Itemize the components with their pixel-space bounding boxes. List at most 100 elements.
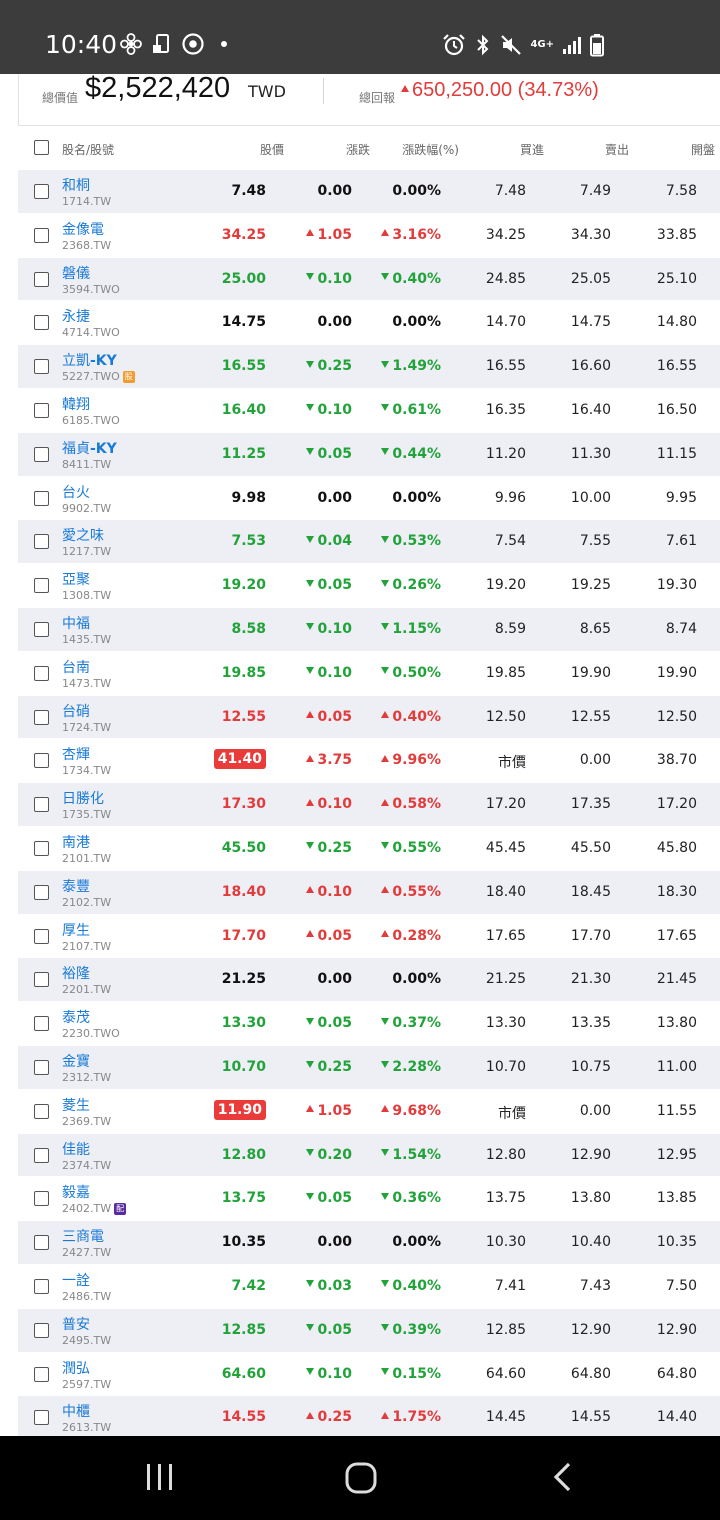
row-checkbox[interactable] [34,840,49,856]
stock-name-link[interactable]: 磐儀 [62,263,90,283]
row-checkbox[interactable] [34,884,49,900]
select-all-checkbox[interactable] [34,140,49,155]
stock-ask: 8.65 [579,620,611,637]
stock-name-link[interactable]: 中福 [62,613,90,633]
table-row[interactable]: 南港 2101.TW 45.50 0.25 0.55% 45.45 45.50 … [18,826,720,871]
row-checkbox[interactable] [34,446,49,462]
header-name[interactable]: 股名/股號 [62,141,114,158]
stock-name-link[interactable]: 泰茂 [62,1007,90,1027]
table-row[interactable]: 磐儀 3594.TWO 25.00 0.10 0.40% 24.85 25.05… [18,257,720,302]
row-checkbox[interactable] [34,1191,49,1207]
stock-name-link[interactable]: 毅嘉 [62,1182,90,1202]
row-checkbox[interactable] [34,797,49,813]
table-row[interactable]: 泰豐 2102.TW 18.40 0.10 0.55% 18.40 18.45 … [18,870,720,915]
stock-name-link[interactable]: 菱生 [62,1095,90,1115]
row-checkbox[interactable] [34,359,49,375]
table-row[interactable]: 永捷 4714.TWO 14.75 0.00 0.00% 14.70 14.75… [18,301,720,346]
stock-name-link[interactable]: 台南 [62,657,90,677]
row-checkbox[interactable] [34,184,49,199]
recent-apps-icon[interactable] [143,1460,177,1494]
table-row[interactable]: 裕隆 2201.TW 21.25 0.00 0.00% 21.25 21.30 … [18,958,720,1003]
stock-name-link[interactable]: 愛之味 [62,525,104,545]
table-row[interactable]: 普安 2495.TW 12.85 0.05 0.39% 12.85 12.90 … [18,1308,720,1353]
table-row[interactable]: 立凱-KY 5227.TWO 股 16.55 0.25 1.49% 16.55 1… [18,345,720,389]
stock-name-link[interactable]: 和桐 [62,175,90,195]
stock-name-link[interactable]: 一詮 [62,1270,90,1290]
stock-name-link[interactable]: 普安 [62,1314,90,1334]
stock-name-link[interactable]: 立凱-KY [62,350,117,370]
table-row[interactable]: 三商電 2427.TW 10.35 0.00 0.00% 10.30 10.40… [18,1221,720,1265]
row-checkbox[interactable] [34,402,49,418]
table-row[interactable]: 亞聚 1308.TW 19.20 0.05 0.26% 19.20 19.25 … [18,564,720,608]
stock-name-link[interactable]: 裕隆 [62,963,90,983]
table-row[interactable]: 中福 1435.TW 8.58 0.10 1.15% 8.59 8.65 8.7… [18,607,720,652]
stock-name-link[interactable]: 台火 [62,482,90,502]
stock-name-link[interactable]: 潤弘 [62,1358,90,1378]
table-row[interactable]: 日勝化 1735.TW 17.30 0.10 0.58% 17.20 17.35… [18,783,720,827]
stock-name-link[interactable]: 台硝 [62,701,90,721]
header-change-pct[interactable]: 漲跌幅(%) [402,141,459,158]
stock-name-link[interactable]: 南港 [62,832,90,852]
stock-name-link[interactable]: 亞聚 [62,569,90,589]
row-checkbox[interactable] [34,1322,49,1338]
table-row[interactable]: 韓翔 6185.TWO 16.40 0.10 0.61% 16.35 16.40… [18,388,720,433]
table-row[interactable]: 金寶 2312.TW 10.70 0.25 2.28% 10.70 10.75 … [18,1045,720,1090]
stock-name-link[interactable]: 三商電 [62,1226,104,1246]
row-checkbox[interactable] [34,534,49,550]
row-checkbox[interactable] [34,315,49,331]
table-row[interactable]: 厚生 2107.TW 17.70 0.05 0.28% 17.65 17.70 … [18,914,720,959]
table-row[interactable]: 潤弘 2597.TW 64.60 0.10 0.15% 64.60 64.80 … [18,1352,720,1397]
header-ask[interactable]: 賣出 [605,141,629,158]
table-row[interactable]: 毅嘉 2402.TW 配 13.75 0.05 0.36% 13.75 13.80… [18,1177,720,1222]
row-checkbox[interactable] [34,972,49,988]
row-checkbox[interactable] [34,578,49,594]
table-row[interactable]: 金像電 2368.TW 34.25 1.05 3.16% 34.25 34.30… [18,213,720,258]
row-checkbox[interactable] [34,1059,49,1075]
row-checkbox[interactable] [34,1147,49,1163]
back-icon[interactable] [548,1460,578,1494]
table-row[interactable]: 泰茂 2230.TWO 13.30 0.05 0.37% 13.30 13.35… [18,1002,720,1046]
table-row[interactable]: 愛之味 1217.TW 7.53 0.04 0.53% 7.54 7.55 7.… [18,520,720,565]
row-checkbox[interactable] [34,1103,49,1119]
home-icon[interactable] [343,1460,379,1496]
row-checkbox[interactable] [34,665,49,681]
table-row[interactable]: 菱生 2369.TW 11.90 1.05 9.68% 市價 0.00 11.5… [18,1089,720,1134]
row-checkbox[interactable] [34,1278,49,1294]
table-row[interactable]: 佳能 2374.TW 12.80 0.20 1.54% 12.80 12.90 … [18,1133,720,1178]
stock-name-link[interactable]: 永捷 [62,306,90,326]
header-open[interactable]: 開盤 [691,141,715,158]
header-change[interactable]: 漲跌 [346,141,370,158]
row-checkbox[interactable] [34,1016,49,1032]
table-row[interactable]: 中櫃 2613.TW 14.55 0.25 1.75% 14.45 14.55 … [18,1396,720,1441]
row-checkbox[interactable] [34,271,49,287]
table-row[interactable]: 杏輝 1734.TW 41.40 3.75 9.96% 市價 0.00 38.7… [18,739,720,784]
row-checkbox[interactable] [34,621,49,637]
row-checkbox[interactable] [34,1366,49,1382]
row-checkbox[interactable] [34,490,49,506]
header-bid[interactable]: 買進 [520,141,544,158]
row-checkbox[interactable] [34,928,49,944]
table-row[interactable]: 台火 9902.TW 9.98 0.00 0.00% 9.96 10.00 9.… [18,476,720,521]
table-row[interactable]: 和桐 1714.TW 7.48 0.00 0.00% 7.48 7.49 7.5… [18,170,720,214]
stock-name-link[interactable]: 厚生 [62,920,90,940]
stock-name-link[interactable]: 韓翔 [62,394,90,414]
header-price[interactable]: 股價 [260,141,284,158]
table-row[interactable]: 台硝 1724.TW 12.55 0.05 0.40% 12.50 12.55 … [18,695,720,740]
row-checkbox[interactable] [34,1235,49,1251]
stock-name-link[interactable]: 福貞-KY [62,438,117,458]
table-row[interactable]: 福貞-KY 8411.TW 11.25 0.05 0.44% 11.20 11.… [18,432,720,477]
row-checkbox[interactable] [34,753,49,769]
stock-name-link[interactable]: 金寶 [62,1051,90,1071]
table-row[interactable]: 一詮 2486.TW 7.42 0.03 0.40% 7.41 7.43 7.5… [18,1264,720,1309]
table-row[interactable]: 台南 1473.TW 19.85 0.10 0.50% 19.85 19.90 … [18,651,720,696]
stock-name-link[interactable]: 杏輝 [62,744,90,764]
stock-name-link[interactable]: 中櫃 [62,1401,90,1421]
row-checkbox[interactable] [34,227,49,243]
stock-price: 7.48 [231,183,266,199]
row-checkbox[interactable] [34,709,49,725]
stock-name-link[interactable]: 佳能 [62,1139,90,1159]
row-checkbox[interactable] [34,1410,49,1426]
stock-name-link[interactable]: 日勝化 [62,788,104,808]
stock-name-link[interactable]: 金像電 [62,219,104,239]
stock-name-link[interactable]: 泰豐 [62,876,90,896]
